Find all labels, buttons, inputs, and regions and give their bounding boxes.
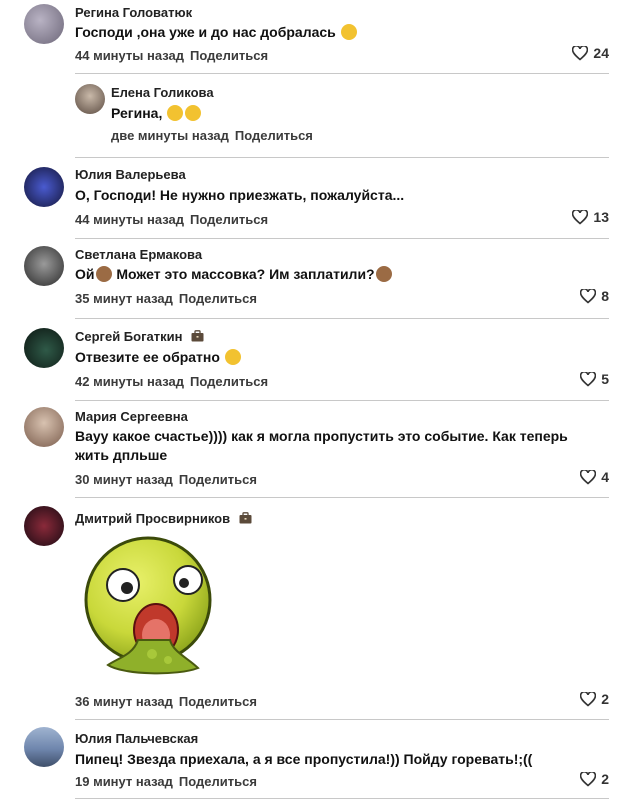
author-name[interactable]: Юлия Валерьева xyxy=(75,167,186,182)
like-count: 24 xyxy=(593,45,609,61)
share-link[interactable]: Поделиться xyxy=(179,472,257,487)
divider xyxy=(75,73,609,74)
timestamp[interactable]: 44 минуты назад xyxy=(75,48,184,63)
timestamp[interactable]: 42 минуты назад xyxy=(75,374,184,389)
author-name[interactable]: Елена Голикова xyxy=(111,85,214,100)
timestamp[interactable]: 36 минут назад xyxy=(75,694,173,709)
author-name[interactable]: Дмитрий Просвирников xyxy=(75,511,252,526)
comment-text-content: Регина, xyxy=(111,105,163,121)
author-name[interactable]: Мария Сергеевна xyxy=(75,409,188,424)
comment-meta: две минуты назад Поделиться xyxy=(111,128,313,143)
comment-meta: 19 минут назад Поделиться xyxy=(75,774,257,789)
laughing-emoji-icon xyxy=(185,105,202,121)
see-no-evil-monkey-icon xyxy=(95,266,112,282)
author-name-text: Дмитрий Просвирников xyxy=(75,511,231,526)
timestamp[interactable]: 19 минут назад xyxy=(75,774,173,789)
comment-meta: 30 минут назад Поделиться xyxy=(75,472,257,487)
heart-outline-icon xyxy=(580,371,597,387)
avatar[interactable] xyxy=(24,506,64,546)
like-button[interactable]: 24 xyxy=(572,45,609,61)
comment-meta: 35 минут назад Поделиться xyxy=(75,291,257,306)
like-count: 8 xyxy=(601,288,609,304)
share-link[interactable]: Поделиться xyxy=(190,374,268,389)
comment-text: Вауу какое счастье)))) как я могла пропу… xyxy=(75,427,568,465)
comment-text: Господи ,она уже и до нас добралась xyxy=(75,23,358,42)
like-button[interactable]: 5 xyxy=(580,371,609,387)
author-name[interactable]: Юлия Пальчевская xyxy=(75,731,198,746)
avatar[interactable] xyxy=(24,727,64,767)
divider xyxy=(75,157,609,158)
divider xyxy=(75,318,609,319)
share-link[interactable]: Поделиться xyxy=(179,291,257,306)
like-count: 13 xyxy=(593,209,609,225)
comment-text-line: жить дпльше xyxy=(75,447,168,463)
divider xyxy=(75,719,609,720)
grinning-emoji-icon xyxy=(167,105,184,121)
timestamp[interactable]: 44 минуты назад xyxy=(75,212,184,227)
share-link[interactable]: Поделиться xyxy=(179,774,257,789)
comment-text: Регина, xyxy=(111,104,202,123)
heart-outline-icon xyxy=(572,45,589,61)
author-name[interactable]: Сергей Богаткин xyxy=(75,329,204,344)
share-link[interactable]: Поделиться xyxy=(179,694,257,709)
timestamp[interactable]: две минуты назад xyxy=(111,128,229,143)
see-no-evil-monkey-icon xyxy=(375,266,392,282)
heart-outline-icon xyxy=(580,469,597,485)
comment-meta: 44 минуты назад Поделиться xyxy=(75,212,268,227)
like-count: 5 xyxy=(601,371,609,387)
like-count: 2 xyxy=(601,771,609,787)
comment-text-content: Ой xyxy=(75,266,95,282)
author-name[interactable]: Светлана Ермакова xyxy=(75,247,202,262)
author-name[interactable]: Регина Головатюк xyxy=(75,5,192,20)
divider xyxy=(75,497,609,498)
laughing-emoji-icon xyxy=(340,24,357,40)
heart-outline-icon xyxy=(572,209,589,225)
heart-outline-icon xyxy=(580,691,597,707)
heart-outline-icon xyxy=(580,771,597,787)
divider xyxy=(75,798,609,799)
briefcase-icon xyxy=(191,330,204,342)
share-link[interactable]: Поделиться xyxy=(235,128,313,143)
like-count: 2 xyxy=(601,691,609,707)
timestamp[interactable]: 35 минут назад xyxy=(75,291,173,306)
avatar[interactable] xyxy=(24,167,64,207)
avatar[interactable] xyxy=(24,407,64,447)
comment-meta: 44 минуты назад Поделиться xyxy=(75,48,268,63)
like-button[interactable]: 13 xyxy=(572,209,609,225)
share-link[interactable]: Поделиться xyxy=(190,212,268,227)
comment-text: О, Господи! Не нужно приезжать, пожалуйс… xyxy=(75,187,405,203)
like-count: 4 xyxy=(601,469,609,485)
avatar[interactable] xyxy=(24,328,64,368)
comment-text: Ой Может это массовка? Им заплатили? xyxy=(75,265,393,284)
comment-meta: 42 минуты назад Поделиться xyxy=(75,374,268,389)
like-button[interactable]: 8 xyxy=(580,288,609,304)
nauseated-face-sticker[interactable] xyxy=(78,530,218,680)
comment-text-content: Отвезите ее обратно xyxy=(75,349,220,365)
avatar[interactable] xyxy=(24,4,64,44)
divider xyxy=(75,400,609,401)
heart-outline-icon xyxy=(580,288,597,304)
astonished-emoji-icon xyxy=(224,349,241,365)
avatar[interactable] xyxy=(24,246,64,286)
comment-text: Пипец! Звезда приехала, а я все пропусти… xyxy=(75,751,533,767)
briefcase-icon xyxy=(239,512,252,524)
divider xyxy=(75,238,609,239)
comment-text-line: Вауу какое счастье)))) как я могла пропу… xyxy=(75,428,568,444)
author-name-text: Сергей Богаткин xyxy=(75,329,183,344)
comment-meta: 36 минут назад Поделиться xyxy=(75,694,257,709)
comment-text-content: Господи ,она уже и до нас добралась xyxy=(75,24,336,40)
like-button[interactable]: 4 xyxy=(580,469,609,485)
comment-text-content: Может это массовка? Им заплатили? xyxy=(112,266,375,282)
comment-text: Отвезите ее обратно xyxy=(75,348,242,367)
avatar[interactable] xyxy=(75,84,105,114)
like-button[interactable]: 2 xyxy=(580,691,609,707)
timestamp[interactable]: 30 минут назад xyxy=(75,472,173,487)
share-link[interactable]: Поделиться xyxy=(190,48,268,63)
like-button[interactable]: 2 xyxy=(580,771,609,787)
